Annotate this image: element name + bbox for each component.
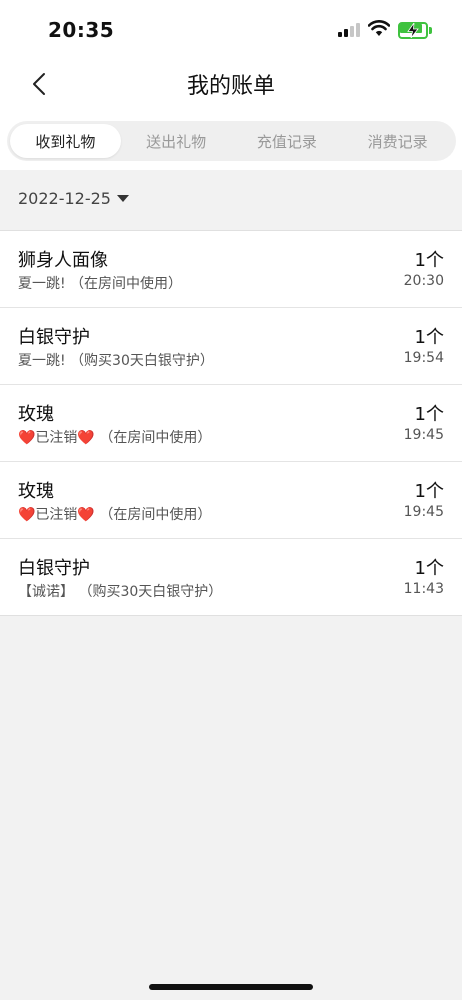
record-item[interactable]: 狮身人面像 夏一跳! （在房间中使用） 1个 20:30 xyxy=(0,230,462,307)
segmented-tabs: 收到礼物 送出礼物 充值记录 消费记录 xyxy=(7,121,456,161)
record-time: 19:45 xyxy=(403,427,444,443)
record-time: 19:54 xyxy=(403,350,444,366)
record-item[interactable]: 白银守护 【诚诺】 （购买30天白银守护） 1个 11:43 xyxy=(0,538,462,615)
record-item[interactable]: 玫瑰 ❤️已注销❤️ （在房间中使用） 1个 19:45 xyxy=(0,461,462,538)
cellular-signal-icon xyxy=(338,23,362,37)
battery-charging-icon xyxy=(398,22,432,39)
record-count: 1个 xyxy=(414,250,444,271)
record-count: 1个 xyxy=(414,481,444,502)
record-time: 20:30 xyxy=(403,273,444,289)
status-bar: 20:35 xyxy=(0,0,462,60)
tab-received-gifts[interactable]: 收到礼物 xyxy=(10,124,121,158)
screen: 20:35 我的账单 收到礼物 送出礼物 充值记录 消费记录 2022-12-2… xyxy=(0,0,462,1000)
tab-recharge-records[interactable]: 充值记录 xyxy=(232,124,343,158)
record-count: 1个 xyxy=(414,327,444,348)
record-count: 1个 xyxy=(414,404,444,425)
record-count: 1个 xyxy=(414,558,444,579)
record-item[interactable]: 玫瑰 ❤️已注销❤️ （在房间中使用） 1个 19:45 xyxy=(0,384,462,461)
record-desc: ❤️已注销❤️ （在房间中使用） xyxy=(18,507,212,523)
page-title: 我的账单 xyxy=(186,74,275,99)
caret-down-icon xyxy=(116,195,129,202)
record-desc: 夏一跳! （在房间中使用） xyxy=(18,276,183,292)
record-name: 白银守护 xyxy=(18,327,90,348)
status-time: 20:35 xyxy=(48,18,115,42)
date-text: 2022-12-25 xyxy=(18,189,111,208)
record-name: 玫瑰 xyxy=(18,481,54,502)
record-desc: 【诚诺】 （购买30天白银守护） xyxy=(18,584,223,600)
date-filter-row: 2022-12-25 xyxy=(0,170,462,230)
home-indicator[interactable] xyxy=(149,984,313,990)
records-list: 狮身人面像 夏一跳! （在房间中使用） 1个 20:30 白银守护 夏一跳! （… xyxy=(0,230,462,616)
record-name: 白银守护 xyxy=(18,558,90,579)
record-name: 狮身人面像 xyxy=(18,250,108,271)
wifi-icon xyxy=(367,20,391,41)
record-item[interactable]: 白银守护 夏一跳! （购买30天白银守护） 1个 19:54 xyxy=(0,307,462,384)
record-desc: 夏一跳! （购买30天白银守护） xyxy=(18,353,214,369)
record-time: 11:43 xyxy=(403,581,444,597)
tab-consumption-records[interactable]: 消费记录 xyxy=(342,124,453,158)
record-desc: ❤️已注销❤️ （在房间中使用） xyxy=(18,430,212,446)
navigation-bar: 我的账单 xyxy=(0,60,462,112)
tabs-container: 收到礼物 送出礼物 充值记录 消费记录 xyxy=(0,112,462,170)
date-picker[interactable]: 2022-12-25 xyxy=(18,189,129,208)
divider xyxy=(0,615,462,616)
record-time: 19:45 xyxy=(403,504,444,520)
record-name: 玫瑰 xyxy=(18,404,54,425)
tab-sent-gifts[interactable]: 送出礼物 xyxy=(121,124,232,158)
